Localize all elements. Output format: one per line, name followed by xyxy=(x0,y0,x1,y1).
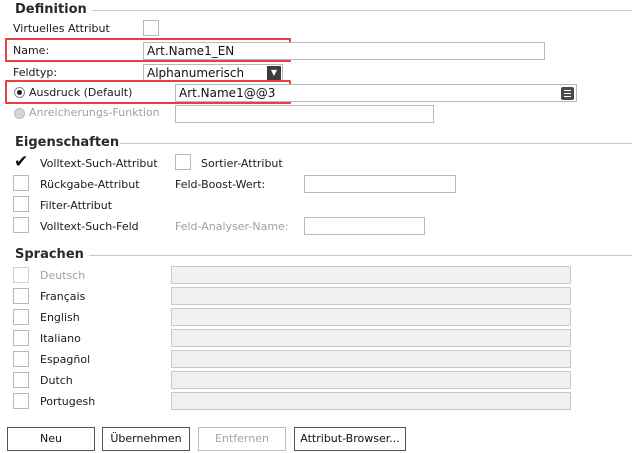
ausdruck-radio[interactable] xyxy=(14,87,25,98)
language-label-dutch: Dutch xyxy=(40,374,73,387)
volltext-such-feld-checkbox[interactable] xyxy=(13,217,29,233)
language-checkbox-italiano[interactable] xyxy=(13,330,29,346)
section-title-eigenschaften: Eigenschaften xyxy=(15,135,120,150)
language-checkbox-dutch[interactable] xyxy=(13,372,29,388)
rueckgabe-attribut-checkbox[interactable] xyxy=(13,175,29,191)
virtual-attribute-label: Virtuelles Attribut xyxy=(13,22,110,35)
feld-analyser-label: Feld-Analyser-Name: xyxy=(175,220,289,233)
anreicherung-input[interactable] xyxy=(175,105,434,123)
language-label-francais: Français xyxy=(40,290,86,303)
language-input-deutsch[interactable] xyxy=(171,266,571,284)
feldtyp-selected-value: Alphanumerisch xyxy=(147,66,245,80)
name-label: Name: xyxy=(13,44,50,57)
language-checkbox-deutsch[interactable] xyxy=(13,267,29,283)
language-input-english[interactable] xyxy=(171,308,571,326)
language-input-dutch[interactable] xyxy=(171,371,571,389)
volltext-such-feld-label: Volltext-Such-Feld xyxy=(40,220,139,233)
volltext-such-attribut-label: Volltext-Such-Attribut xyxy=(40,157,158,170)
sortier-attribut-checkbox[interactable] xyxy=(175,154,191,170)
list-menu-icon[interactable] xyxy=(561,87,574,100)
entfernen-button[interactable]: Entfernen xyxy=(198,427,286,451)
feld-boost-input[interactable] xyxy=(304,175,456,193)
volltext-such-attribut-checkbox[interactable]: ✔ xyxy=(13,152,29,172)
anreicherung-radio[interactable] xyxy=(14,108,25,119)
ausdruck-input[interactable]: Art.Name1@@3 xyxy=(175,84,577,102)
language-label-italiano: Italiano xyxy=(40,332,81,345)
section-divider xyxy=(120,143,632,144)
language-input-espagnol[interactable] xyxy=(171,350,571,368)
uebernehmen-button[interactable]: Übernehmen xyxy=(102,427,190,451)
checkmark-icon: ✔ xyxy=(14,152,29,172)
anreicherung-label: Anreicherungs-Funktion xyxy=(29,106,160,119)
language-input-francais[interactable] xyxy=(171,287,571,305)
section-divider xyxy=(89,255,632,256)
section-title-sprachen: Sprachen xyxy=(15,247,84,262)
name-input[interactable]: Art.Name1_EN xyxy=(143,42,545,60)
feld-analyser-input[interactable] xyxy=(304,217,425,235)
language-label-english: English xyxy=(40,311,80,324)
sortier-attribut-label: Sortier-Attribut xyxy=(201,157,283,170)
feldtyp-label: Feldtyp: xyxy=(13,66,58,79)
language-checkbox-francais[interactable] xyxy=(13,288,29,304)
rueckgabe-attribut-label: Rückgabe-Attribut xyxy=(40,178,140,191)
filter-attribut-checkbox[interactable] xyxy=(13,196,29,212)
section-divider xyxy=(92,10,632,11)
chevron-down-icon[interactable]: ▼ xyxy=(267,66,281,80)
virtual-attribute-checkbox[interactable] xyxy=(143,20,159,36)
language-checkbox-portugesh[interactable] xyxy=(13,393,29,409)
attribut-browser-button[interactable]: Attribut-Browser... xyxy=(294,427,406,451)
language-label-espagnol: Espagñol xyxy=(40,353,91,366)
language-label-deutsch: Deutsch xyxy=(40,269,86,282)
language-label-portugesh: Portugesh xyxy=(40,395,96,408)
language-checkbox-english[interactable] xyxy=(13,309,29,325)
neu-button[interactable]: Neu xyxy=(7,427,95,451)
feld-boost-label: Feld-Boost-Wert: xyxy=(175,178,266,191)
language-input-italiano[interactable] xyxy=(171,329,571,347)
filter-attribut-label: Filter-Attribut xyxy=(40,199,113,212)
section-title-definition: Definition xyxy=(15,2,87,17)
language-input-portugesh[interactable] xyxy=(171,392,571,410)
ausdruck-label: Ausdruck (Default) xyxy=(29,86,133,99)
language-checkbox-espagnol[interactable] xyxy=(13,351,29,367)
